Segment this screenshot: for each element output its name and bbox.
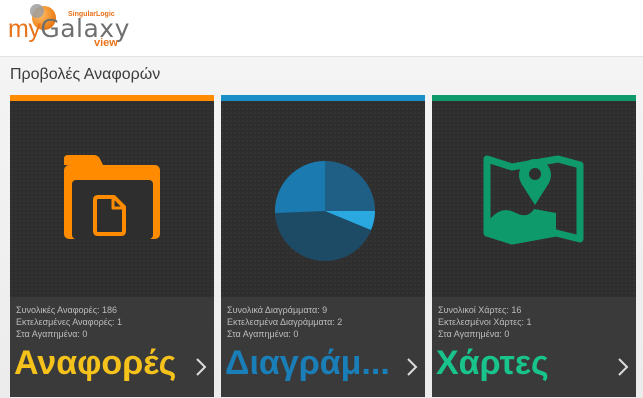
maps-total-stat: Συνολικοί Χάρτες: 16: [438, 305, 522, 315]
page-title: Προβολές Αναφορών: [10, 66, 161, 83]
charts-tile-title: Διαγράμ...: [225, 344, 390, 382]
logo-prefix: my: [8, 15, 41, 43]
reports-tile-title: Αναφορές: [14, 344, 177, 382]
reports-total-stat: Συνολικές Αναφορές: 186: [16, 305, 118, 315]
charts-chevron-right-icon[interactable]: [405, 357, 419, 377]
maps-tile[interactable]: Συνολικοί Χάρτες: 16 Εκτελεσμένοι Χάρτες…: [432, 95, 636, 397]
logo-view: view: [94, 37, 118, 49]
maps-chevron-right-icon[interactable]: [616, 357, 630, 377]
reports-chevron-right-icon[interactable]: [194, 357, 208, 377]
pie-chart-icon: [274, 160, 375, 261]
mygalaxy-view-logo[interactable]: SingularLogic myGalaxy view: [8, 2, 148, 54]
charts-favorites-stat: Στα Αγαπημένα: 0: [227, 329, 299, 339]
reports-tile[interactable]: Συνολικές Αναφορές: 186 Εκτελεσμένες Ανα…: [10, 95, 214, 397]
map-pin-icon: [483, 155, 584, 245]
app-header: SingularLogic myGalaxy view: [0, 0, 643, 56]
charts-tile[interactable]: Συνολικά Διαγράμματα: 9 Εκτελεσμένα Διαγ…: [221, 95, 425, 397]
folder-document-icon: [64, 155, 160, 239]
maps-favorites-stat: Στα Αγαπημένα: 0: [438, 329, 510, 339]
maps-executed-stat: Εκτελεσμένοι Χάρτες: 1: [438, 317, 532, 327]
reports-executed-stat: Εκτελεσμένες Αναφορές: 1: [16, 317, 123, 327]
maps-tile-title: Χάρτες: [436, 344, 549, 382]
charts-executed-stat: Εκτελεσμένα Διαγράμματα: 2: [227, 317, 343, 327]
charts-total-stat: Συνολικά Διαγράμματα: 9: [227, 305, 328, 315]
reports-favorites-stat: Στα Αγαπημένα: 0: [16, 329, 88, 339]
